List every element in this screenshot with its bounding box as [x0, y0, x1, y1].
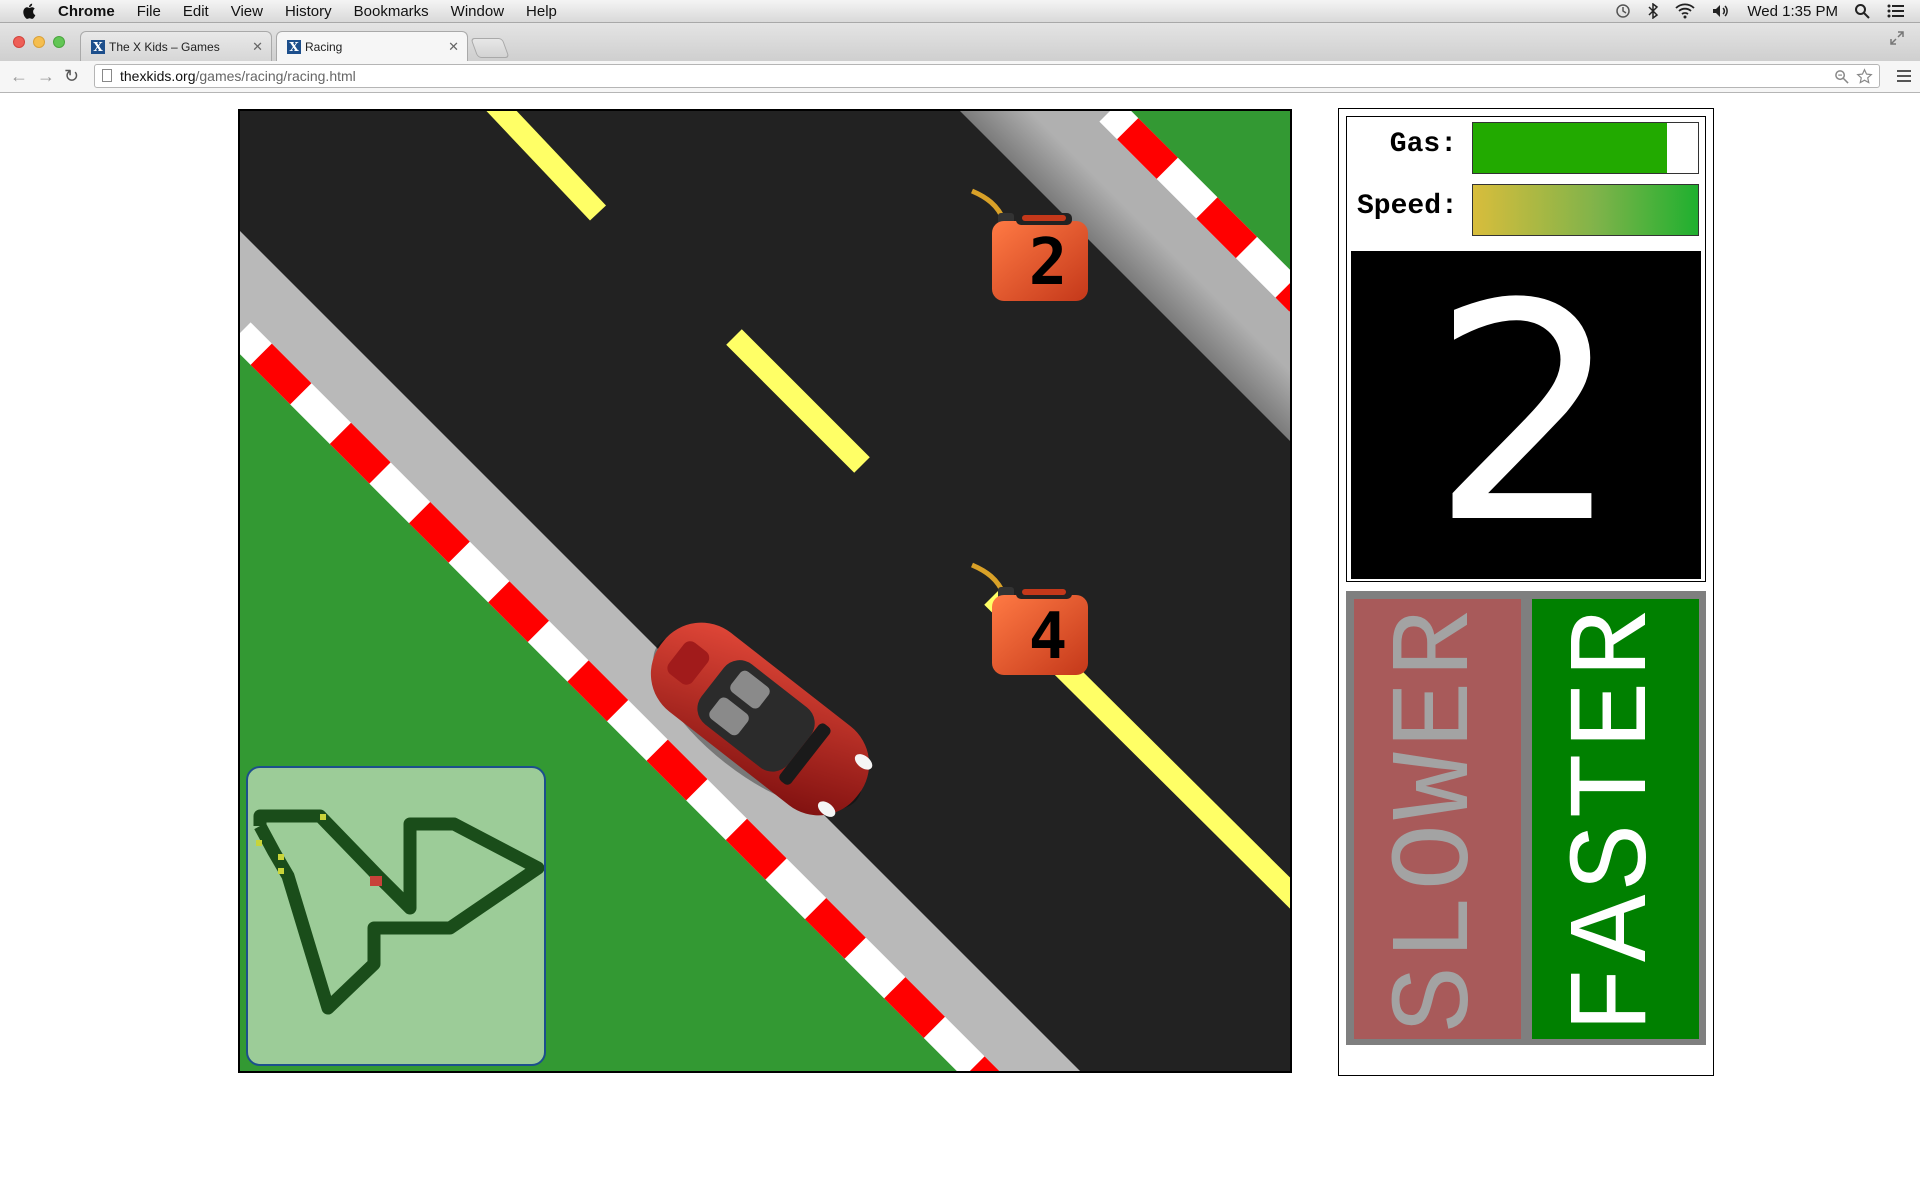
address-bar[interactable]: thexkids.org/games/racing/racing.html: [94, 64, 1880, 88]
gas-can-label: 4: [1028, 600, 1068, 674]
menu-window[interactable]: Window: [451, 3, 504, 20]
menu-clock[interactable]: Wed 1:35 PM: [1747, 3, 1838, 20]
menu-edit[interactable]: Edit: [183, 3, 209, 20]
menu-bar: Chrome File Edit View History Bookmarks …: [0, 0, 1920, 23]
tab-racing[interactable]: X Racing ✕: [276, 31, 468, 61]
speed-bar-fill: [1473, 185, 1698, 235]
x-kids-favicon-icon: X: [287, 39, 301, 54]
tab-title: Racing: [305, 39, 343, 54]
track-minimap: [246, 766, 546, 1066]
menu-app-name[interactable]: Chrome: [58, 3, 115, 20]
bluetooth-icon[interactable]: [1647, 3, 1659, 19]
menu-help[interactable]: Help: [526, 3, 557, 20]
close-tab-icon[interactable]: ✕: [448, 39, 459, 55]
tab-the-x-kids-games[interactable]: X The X Kids – Games ✕: [80, 31, 272, 61]
menu-view[interactable]: View: [231, 3, 263, 20]
close-window-button[interactable]: [13, 36, 25, 48]
gas-bar-fill: [1473, 123, 1667, 173]
menu-history[interactable]: History: [285, 3, 332, 20]
countdown-display: 2: [1351, 251, 1701, 579]
volume-icon[interactable]: [1711, 3, 1731, 19]
faster-button[interactable]: FASTER: [1532, 599, 1699, 1039]
meters-panel: Gas: Speed: 2: [1346, 116, 1706, 582]
apple-icon[interactable]: [20, 2, 40, 20]
slower-label: SLOWER: [1374, 605, 1502, 1033]
gas-meter: Gas:: [1347, 117, 1705, 174]
url-host: thexkids.org: [120, 68, 196, 84]
racing-game-canvas[interactable]: 2 4: [238, 109, 1292, 1073]
menu-file[interactable]: File: [137, 3, 161, 20]
reload-icon[interactable]: ↻: [64, 66, 79, 87]
x-kids-favicon-icon: X: [91, 39, 105, 54]
zoom-window-button[interactable]: [53, 36, 65, 48]
menu-bookmarks[interactable]: Bookmarks: [354, 3, 429, 20]
time-machine-icon[interactable]: [1615, 3, 1631, 19]
gas-can-4: 4: [968, 557, 1092, 677]
gas-can-label: 2: [1028, 226, 1068, 300]
chrome-menu-icon[interactable]: [1896, 69, 1912, 83]
back-arrow-icon[interactable]: ←: [10, 66, 28, 87]
wifi-icon[interactable]: [1675, 3, 1696, 19]
bookmark-star-icon[interactable]: [1856, 68, 1873, 85]
tab-title: The X Kids – Games: [109, 39, 220, 54]
fullscreen-icon[interactable]: [1890, 31, 1904, 45]
speed-bar: [1472, 184, 1699, 236]
spotlight-search-icon[interactable]: [1854, 3, 1870, 19]
tab-strip: X The X Kids – Games ✕ X Racing ✕: [0, 23, 1920, 61]
speed-controls: SLOWER FASTER: [1346, 591, 1706, 1045]
gas-can-2: 2: [968, 183, 1092, 303]
gas-bar: [1472, 122, 1699, 174]
zoom-icon[interactable]: [1834, 69, 1849, 84]
control-panel: Gas: Speed: 2 SLOWER FASTER: [1338, 108, 1714, 1076]
browser-toolbar: ← → ↻ thexkids.org/games/racing/racing.h…: [0, 61, 1920, 93]
page-icon: [102, 69, 112, 82]
minimap-track-icon: [253, 809, 544, 1015]
close-tab-icon[interactable]: ✕: [252, 39, 263, 55]
forward-arrow-icon[interactable]: →: [37, 66, 55, 87]
minimize-window-button[interactable]: [33, 36, 45, 48]
speed-label: Speed:: [1357, 191, 1458, 222]
slower-button[interactable]: SLOWER: [1354, 599, 1521, 1039]
url-path: /games/racing/racing.html: [195, 68, 356, 84]
new-tab-button[interactable]: [470, 38, 510, 58]
faster-label: FASTER: [1552, 605, 1680, 1033]
notification-center-icon[interactable]: [1886, 3, 1906, 19]
speed-meter: Speed:: [1347, 179, 1705, 236]
gas-label: Gas:: [1389, 129, 1457, 160]
